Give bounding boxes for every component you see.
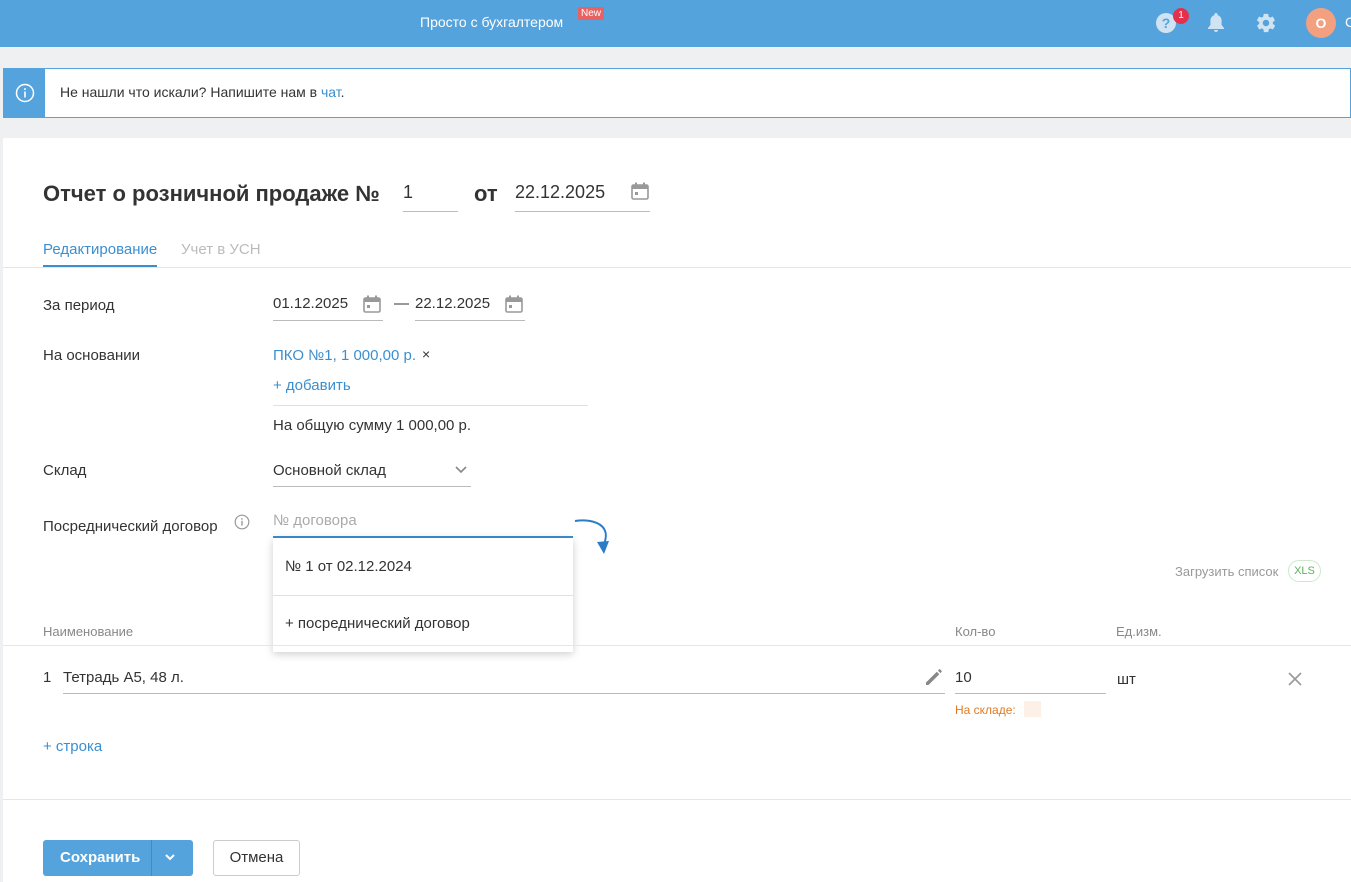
save-button-divider	[151, 840, 152, 876]
xls-upload-button[interactable]: XLS	[1288, 560, 1321, 582]
column-header-unit: Ед.изм.	[1116, 624, 1162, 639]
top-bar: Просто с бухгалтером New ? 1 О С	[0, 0, 1351, 47]
period-from-underline	[273, 320, 383, 321]
dropdown-option-new-contract[interactable]: + посреднический договор	[285, 615, 470, 632]
gear-icon[interactable]	[1255, 12, 1277, 34]
info-icon	[4, 69, 45, 117]
tab-editing[interactable]: Редактирование	[43, 241, 158, 267]
info-message: Не нашли что искали? Напишите нам в чат.	[60, 84, 345, 100]
warehouse-select[interactable]: Основной склад	[273, 462, 386, 479]
basis-divider	[273, 405, 588, 406]
info-banner: Не нашли что искали? Напишите нам в чат.	[3, 68, 1351, 118]
chevron-down-icon[interactable]	[164, 851, 176, 863]
period-dash: —	[394, 295, 409, 312]
stock-value	[1024, 701, 1041, 717]
tab-usn-accounting[interactable]: Учет в УСН	[181, 241, 261, 258]
basis-document-link[interactable]: ПКО №1, 1 000,00 р.	[273, 347, 416, 364]
document-card: Отчет о розничной продаже № 1 от 22.12.2…	[3, 138, 1351, 882]
basis-label: На основании	[43, 347, 140, 364]
period-to-underline	[415, 320, 525, 321]
dropdown-divider	[273, 595, 573, 596]
quantity-underline	[955, 693, 1106, 694]
item-name-underline	[63, 693, 945, 694]
agent-contract-label: Посреднический договор	[43, 518, 218, 535]
user-name-truncated[interactable]: С	[1345, 14, 1351, 30]
save-button-label: Сохранить	[60, 849, 141, 866]
promo-link[interactable]: Просто с бухгалтером	[420, 14, 563, 30]
warehouse-label: Склад	[43, 462, 87, 479]
basis-total: На общую сумму 1 000,00 р.	[273, 417, 472, 434]
load-list-link[interactable]: Загрузить список	[1175, 564, 1278, 579]
date-prefix-label: от	[474, 181, 498, 206]
row-number: 1	[43, 669, 52, 686]
new-badge: New	[578, 7, 605, 20]
chevron-down-icon[interactable]	[455, 466, 467, 474]
warehouse-underline	[273, 486, 471, 487]
calendar-icon[interactable]	[631, 182, 649, 200]
tabs-divider	[3, 267, 1351, 268]
period-from-input[interactable]: 01.12.2025	[273, 295, 348, 312]
cancel-button[interactable]: Отмена	[213, 840, 300, 876]
column-header-qty: Кол-во	[955, 624, 996, 639]
column-header-name: Наименование	[43, 624, 134, 639]
stock-label: На складе:	[955, 703, 1016, 717]
remove-basis-button[interactable]: ×	[422, 346, 430, 362]
bell-icon[interactable]	[1205, 12, 1227, 34]
curved-arrow-icon	[574, 519, 609, 554]
chat-link[interactable]: чат	[321, 84, 341, 100]
save-button[interactable]: Сохранить	[43, 840, 193, 876]
avatar[interactable]: О	[1306, 8, 1336, 38]
agent-contract-input[interactable]: № договора	[273, 512, 357, 529]
item-name-input[interactable]: Тетрадь А5, 48 л.	[63, 669, 184, 686]
footer-divider	[3, 799, 1351, 800]
period-to-input[interactable]: 22.12.2025	[415, 295, 490, 312]
add-row-link[interactable]: + строка	[43, 738, 102, 755]
help-notification-count: 1	[1173, 8, 1189, 24]
pencil-icon[interactable]	[924, 667, 944, 687]
info-icon[interactable]	[234, 514, 250, 530]
calendar-icon[interactable]	[363, 295, 381, 313]
page-title: Отчет о розничной продаже №	[43, 181, 380, 206]
document-number-input[interactable]: 1	[403, 180, 458, 212]
document-date-input[interactable]: 22.12.2025	[515, 180, 650, 212]
dropdown-option-contract[interactable]: № 1 от 02.12.2024	[285, 558, 412, 575]
period-label: За период	[43, 297, 115, 314]
quantity-input[interactable]: 10	[955, 669, 972, 686]
unit-value[interactable]: шт	[1117, 671, 1136, 688]
calendar-icon[interactable]	[505, 295, 523, 313]
add-basis-link[interactable]: + добавить	[273, 377, 351, 394]
agent-contract-dropdown: № 1 от 02.12.2024 + посреднический догов…	[273, 538, 573, 652]
close-icon[interactable]	[1288, 672, 1302, 686]
table-header-divider	[3, 645, 1351, 646]
